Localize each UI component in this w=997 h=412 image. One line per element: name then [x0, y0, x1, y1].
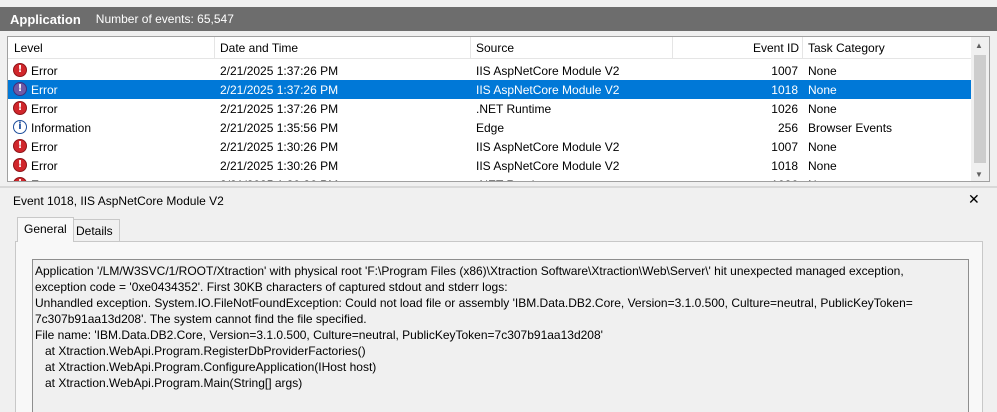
event-row[interactable]: ! Error 2/21/2025 1:30:26 PM IIS AspNetCore…: [8, 156, 971, 175]
column-separator[interactable]: [672, 37, 673, 59]
message-line: at Xtraction.WebApi.Program.Main(String[…: [35, 376, 303, 390]
row-event-id: 1018: [771, 83, 798, 97]
tab-general[interactable]: General: [17, 217, 74, 242]
log-title: Application: [10, 11, 81, 27]
event-count: Number of events: 65,547: [95, 12, 234, 26]
message-line: Application '/LM/W3SVC/1/ROOT/Xtraction'…: [35, 264, 904, 278]
event-list[interactable]: Level Date and Time Source Event ID Task…: [7, 36, 990, 182]
event-row[interactable]: !Error2/21/2025 1:30:26 PM.NET Runtime10…: [8, 175, 971, 181]
event-row[interactable]: i Information 2/21/2025 1:35:56 PM Edge 256 B…: [8, 118, 971, 137]
row-event-id: 1026: [8, 178, 798, 181]
message-line: at Xtraction.WebApi.Program.RegisterDbPr…: [35, 344, 366, 358]
column-task-category[interactable]: Task Category: [808, 41, 885, 55]
event-detail-title: Event 1018, IIS AspNetCore Module V2: [13, 194, 224, 208]
event-row[interactable]: ! Error 2/21/2025 1:37:26 PM .NET Runtime 10…: [8, 99, 971, 118]
row-event-id: 256: [777, 121, 798, 135]
row-event-id: 1007: [771, 64, 798, 78]
column-date-time[interactable]: Date and Time: [220, 41, 298, 55]
row-task-category: None: [808, 140, 837, 154]
column-event-id[interactable]: Event ID: [753, 41, 799, 55]
scroll-down-icon[interactable]: ▼: [975, 170, 983, 179]
event-row[interactable]: ! Error 2/21/2025 1:37:26 PM IIS AspNetCore…: [8, 80, 971, 99]
event-row[interactable]: ! Error 2/21/2025 1:30:26 PM IIS AspNetCore…: [8, 137, 971, 156]
message-line: Unhandled exception. System.IO.FileNotFo…: [35, 296, 913, 310]
row-task-category: Browser Events: [808, 121, 893, 135]
pane-splitter[interactable]: [0, 186, 997, 188]
row-event-id: 1026: [771, 102, 798, 116]
row-task-category: None: [808, 159, 837, 173]
column-separator[interactable]: [470, 37, 471, 59]
tab-details[interactable]: Details: [69, 219, 120, 241]
column-separator[interactable]: [802, 37, 803, 59]
event-message[interactable]: Application '/LM/W3SVC/1/ROOT/Xtraction'…: [32, 259, 969, 412]
column-source[interactable]: Source: [476, 41, 514, 55]
column-header: Level Date and Time Source Event ID Task…: [8, 37, 971, 59]
column-separator[interactable]: [214, 37, 215, 59]
column-level[interactable]: Level: [14, 41, 43, 55]
log-header-bar: Application Number of events: 65,547: [0, 7, 997, 31]
close-icon[interactable]: ✕: [968, 191, 980, 208]
row-task-category: None: [808, 83, 837, 97]
row-event-id: 1007: [771, 140, 798, 154]
scroll-thumb[interactable]: [974, 55, 986, 163]
general-tab-panel: Application '/LM/W3SVC/1/ROOT/Xtraction'…: [15, 241, 983, 412]
message-line: 7c307b91aa13d208'. The system cannot fin…: [35, 312, 367, 326]
row-task-category: None: [808, 64, 837, 78]
scroll-up-icon[interactable]: ▲: [975, 41, 983, 50]
row-task-category: None: [808, 102, 837, 116]
message-line: File name: 'IBM.Data.DB2.Core, Version=3…: [35, 328, 603, 342]
event-row[interactable]: ! Error 2/21/2025 1:37:26 PM IIS AspNetCore…: [8, 61, 971, 80]
message-line: at Xtraction.WebApi.Program.ConfigureApp…: [35, 360, 377, 374]
message-line: exception code = '0xe0434352'. First 30K…: [35, 280, 508, 294]
list-scrollbar[interactable]: ▲ ▼: [971, 37, 989, 181]
row-task-category: None: [808, 178, 837, 181]
row-event-id: 1018: [771, 159, 798, 173]
